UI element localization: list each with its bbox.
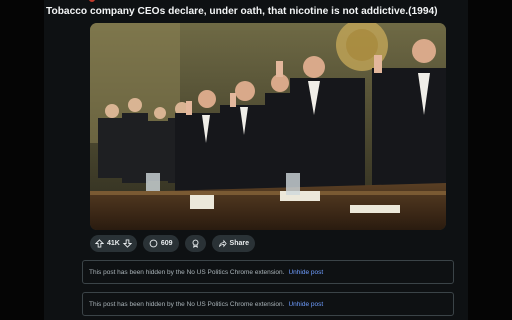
share-icon [218, 239, 227, 248]
hidden-post-message: This post has been hidden by the No US P… [89, 268, 285, 276]
right-margin [468, 0, 512, 320]
share-button[interactable]: Share [211, 235, 255, 252]
hidden-post-notice: This post has been hidden by the No US P… [82, 292, 454, 316]
photo-of-executives-taking-oath [90, 23, 446, 230]
vote-count: 41K [107, 240, 120, 247]
award-icon [192, 239, 199, 248]
vote-control: 41K [90, 235, 137, 252]
downvote-icon[interactable] [122, 239, 132, 248]
comment-count: 609 [160, 240, 173, 247]
comment-icon [149, 239, 158, 248]
hidden-post-notice: This post has been hidden by the No US P… [82, 260, 454, 284]
left-margin [0, 0, 44, 320]
hidden-post-message: This post has been hidden by the No US P… [89, 300, 285, 308]
unhide-post-link[interactable]: Unhide post [288, 301, 323, 308]
upvote-icon[interactable] [95, 239, 104, 248]
award-button[interactable] [184, 235, 206, 252]
post-title[interactable]: Tobacco company CEOs declare, under oath… [46, 6, 458, 17]
comments-button[interactable]: 609 [142, 235, 179, 252]
post-actions: 41K 609 Share [90, 235, 255, 252]
unhide-post-link[interactable]: Unhide post [288, 269, 323, 276]
share-label: Share [229, 240, 249, 247]
post-image[interactable] [90, 23, 446, 230]
